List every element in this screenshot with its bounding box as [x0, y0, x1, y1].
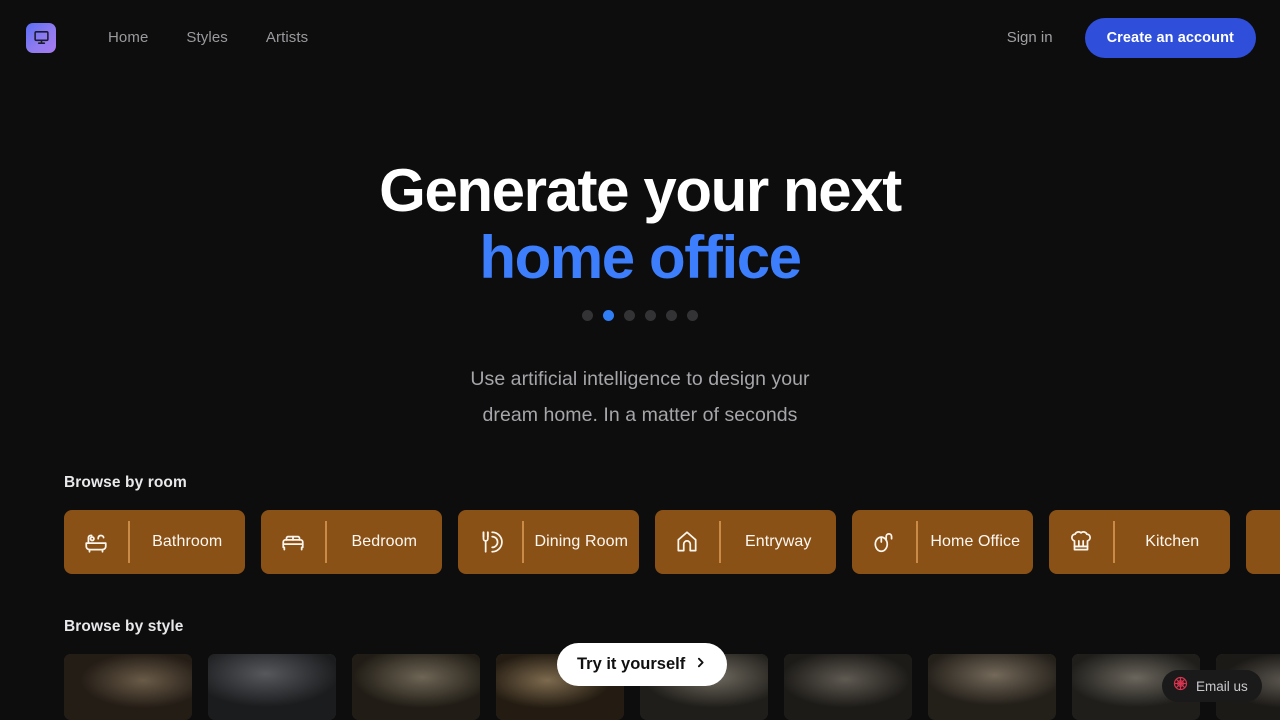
room-card-bathroom[interactable]: Bathroom	[64, 510, 245, 574]
chef-hat-icon	[1049, 529, 1113, 555]
style-thumbnail	[352, 654, 480, 720]
room-card-label: Bathroom	[152, 533, 223, 550]
top-navigation-bar: Home Styles Artists Sign in Create an ac…	[0, 0, 1280, 75]
room-card-kitchen[interactable]: Kitchen	[1049, 510, 1230, 574]
bathtub-icon	[64, 529, 128, 555]
room-card-bedroom[interactable]: Bedroom	[261, 510, 442, 574]
chevron-right-icon	[694, 655, 707, 674]
email-widget-icon	[1172, 675, 1189, 697]
room-card-label: Entryway	[744, 533, 812, 550]
browse-by-room-label: Browse by room	[64, 474, 187, 491]
style-card-3[interactable]	[352, 654, 480, 720]
room-card-dining-room[interactable]: Dining Room	[458, 510, 639, 574]
style-thumbnail	[208, 654, 336, 720]
create-account-button[interactable]: Create an account	[1084, 17, 1256, 58]
room-card-home-office[interactable]: Home Office	[852, 510, 1033, 574]
carousel-dot-5[interactable]	[666, 310, 677, 322]
carousel-dot-6[interactable]	[687, 310, 698, 322]
nav-actions: Sign in Create an account	[1007, 17, 1256, 58]
hero-section: Generate your next home office Use artif…	[0, 160, 1280, 434]
email-us-label: Email us	[1196, 678, 1248, 694]
bed-icon	[261, 529, 325, 555]
browse-by-style-label: Browse by style	[64, 618, 184, 635]
style-thumbnail	[784, 654, 912, 720]
browse-by-room-row: Bathroom Bedroom Dining Room Entryway Ho…	[64, 510, 1280, 574]
try-it-yourself-button[interactable]: Try it yourself	[557, 643, 728, 686]
carousel-dot-2[interactable]	[603, 310, 614, 322]
brand-logo[interactable]	[26, 22, 56, 53]
mouse-icon	[852, 529, 916, 555]
style-card-1[interactable]	[64, 654, 192, 720]
email-us-widget[interactable]: Email us	[1162, 670, 1262, 702]
style-thumbnail	[64, 654, 192, 720]
try-it-yourself-label: Try it yourself	[577, 655, 686, 673]
carousel-dot-4[interactable]	[645, 310, 656, 322]
style-card-6[interactable]	[784, 654, 912, 720]
nav-link-styles[interactable]: Styles	[186, 29, 227, 46]
page-root: Home Styles Artists Sign in Create an ac…	[0, 0, 1280, 720]
nav-link-artists[interactable]: Artists	[266, 29, 308, 46]
hero-subtitle: Use artificial intelligence to design yo…	[0, 361, 1280, 433]
subtitle-line-2: dream home. In a matter of seconds	[482, 404, 798, 427]
sign-in-link[interactable]: Sign in	[1007, 29, 1053, 46]
room-card-next-partial[interactable]	[1246, 510, 1280, 574]
room-card-label: Home Office	[930, 533, 1021, 550]
style-thumbnail	[928, 654, 1056, 720]
hero-carousel-dots	[0, 310, 1280, 322]
hero-headline: Generate your next home office	[0, 160, 1280, 288]
nav-links: Home Styles Artists	[108, 29, 308, 46]
room-card-label: Kitchen	[1145, 533, 1200, 550]
room-card-entryway[interactable]: Entryway	[655, 510, 836, 574]
carousel-dot-3[interactable]	[624, 310, 635, 322]
carousel-dot-1[interactable]	[582, 310, 593, 322]
monitor-icon	[33, 29, 50, 46]
subtitle-line-1: Use artificial intelligence to design yo…	[470, 368, 810, 391]
arch-door-icon	[655, 529, 719, 555]
room-card-label: Bedroom	[351, 533, 418, 550]
cutlery-icon	[458, 529, 522, 555]
style-card-7[interactable]	[928, 654, 1056, 720]
style-card-2[interactable]	[208, 654, 336, 720]
headline-line-1: Generate your next	[379, 157, 902, 224]
headline-line-2: home office	[479, 224, 802, 292]
room-card-label: Dining Room	[534, 533, 629, 550]
nav-link-home[interactable]: Home	[108, 29, 148, 46]
